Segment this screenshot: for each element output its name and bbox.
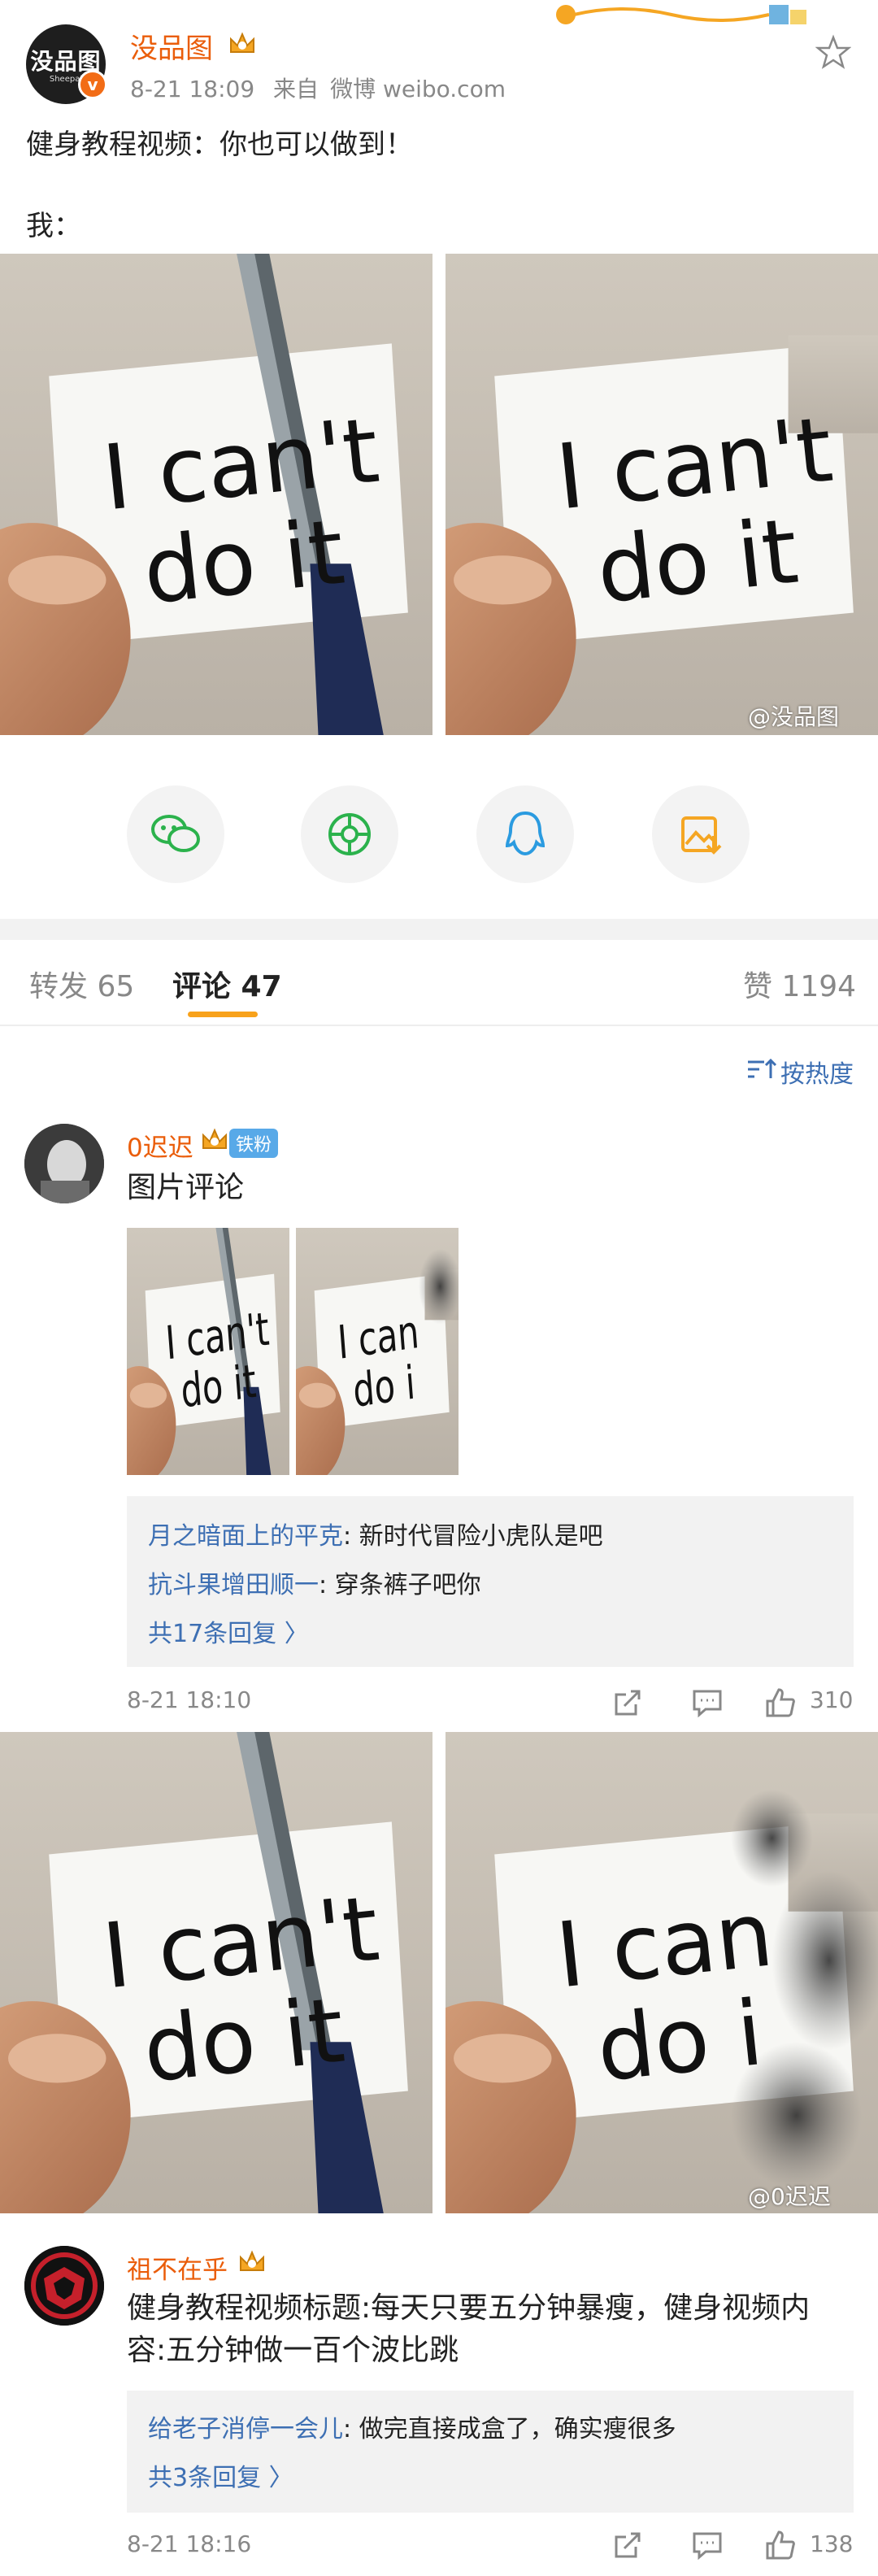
card-decoration-ornament (556, 5, 806, 24)
reply-user[interactable]: 抗斗果增田顺一 (148, 1571, 319, 1599)
post-image-right[interactable]: I can't do it (446, 254, 878, 735)
post-text-line1: 健身教程视频：你也可以做到！ (26, 128, 413, 161)
verified-icon: v (78, 70, 107, 99)
commenter-avatar[interactable] (24, 2246, 104, 2326)
tab-comments[interactable]: 评论 47 (172, 963, 282, 1005)
post-source: 微博 weibo.com (330, 76, 506, 102)
photo-text-line2: do it (179, 1354, 258, 1418)
sort-by-hot-button[interactable]: 按热度 (780, 1054, 854, 1090)
save-image-icon (681, 816, 722, 855)
commenter-name[interactable]: 祖不在乎 (127, 2249, 228, 2286)
commenter-name[interactable]: 0迟迟 (127, 1127, 193, 1164)
fan-crown-icon (240, 2250, 264, 2271)
reply-text: : 做完直接成盒了，确实瘦很多 (343, 2415, 676, 2443)
favorite-star-icon[interactable] (815, 34, 851, 70)
share-wechat-button[interactable] (127, 785, 224, 883)
author-name[interactable]: 没品图 (130, 26, 213, 66)
share-save-image-button[interactable] (652, 785, 750, 883)
comment-large-image-left[interactable]: I can't do it (0, 1732, 432, 2213)
photo-text-line2: do it (139, 501, 350, 625)
comment-time: 8-21 18:10 (127, 1686, 252, 1713)
image-watermark: @没品图 (748, 703, 840, 730)
post-text-line2: 我： (26, 210, 81, 242)
comment-text-line2: 容:五分钟做一百个波比跳 (127, 2334, 459, 2367)
reply-text: : 穿条裤子吧你 (319, 1571, 481, 1599)
reply-icon[interactable] (691, 2529, 724, 2561)
active-tab-indicator (188, 1012, 258, 1017)
reply-item[interactable]: 抗斗果增田顺一: 穿条裤子吧你 (148, 1564, 481, 1600)
comment-image-thumb-right[interactable]: I can do i (296, 1228, 459, 1475)
photo-text-line2: do it (593, 500, 803, 624)
share-icon[interactable] (611, 2529, 644, 2561)
image-watermark: @0迟迟 (748, 2183, 831, 2210)
tabs-divider (0, 1025, 878, 1026)
post-timestamp: 8-21 18:09 (130, 76, 255, 102)
fan-crown-icon (202, 1128, 227, 1149)
photo-text-line2: do i (351, 1355, 417, 1418)
sort-icon[interactable] (746, 1057, 777, 1081)
comment-text-line1: 健身教程视频标题:每天只要五分钟暴瘦，健身视频内 (127, 2291, 811, 2325)
view-all-replies-link[interactable]: 共17条回复 〉 (148, 1613, 309, 1649)
post-meta: 8-21 18:09 来自 微博 weibo.com (130, 72, 517, 104)
share-moments-button[interactable] (301, 785, 398, 883)
post-image-left[interactable]: I can't do it (0, 254, 432, 735)
tab-likes[interactable]: 赞 1194 (743, 963, 856, 1005)
like-count: 310 (810, 1686, 854, 1713)
share-icon[interactable] (611, 1686, 644, 1719)
reply-item[interactable]: 给老子消停一会儿: 做完直接成盒了，确实瘦很多 (148, 2408, 676, 2444)
reply-preview-box[interactable]: 给老子消停一会儿: 做完直接成盒了，确实瘦很多 共3条回复 〉 (127, 2391, 854, 2513)
fan-badge: 铁粉 (229, 1129, 279, 1158)
tab-repost[interactable]: 转发 65 (29, 963, 134, 1005)
post-source-prefix: 来自 (273, 76, 319, 102)
comment-text: 图片评论 (127, 1171, 245, 1204)
qq-icon (505, 811, 545, 856)
comment-time: 8-21 18:16 (127, 2530, 252, 2557)
like-thumb-icon[interactable] (764, 1686, 797, 1719)
comment-image-thumb-left[interactable]: I can't do it (127, 1228, 289, 1475)
moments-icon (328, 813, 371, 855)
reply-user[interactable]: 给老子消停一会儿 (148, 2415, 343, 2443)
commenter-avatar[interactable] (24, 1124, 104, 1203)
share-qq-button[interactable] (476, 785, 574, 883)
like-count: 138 (810, 2530, 854, 2557)
crown-icon (230, 32, 254, 53)
reply-text: : 新时代冒险小虎队是吧 (343, 1522, 603, 1551)
wechat-icon (151, 815, 200, 852)
section-divider (0, 919, 878, 940)
like-thumb-icon[interactable] (764, 2529, 797, 2561)
view-all-replies-link[interactable]: 共3条回复 〉 (148, 2457, 293, 2493)
reply-preview-box[interactable]: 月之暗面上的平克: 新时代冒险小虎队是吧 抗斗果增田顺一: 穿条裤子吧你 共17… (127, 1496, 854, 1667)
reply-icon[interactable] (691, 1686, 724, 1719)
comment-large-image-right[interactable]: I can do i (446, 1732, 878, 2213)
reply-item[interactable]: 月之暗面上的平克: 新时代冒险小虎队是吧 (148, 1516, 603, 1551)
photo-text-line2: do it (139, 1979, 350, 2104)
reply-user[interactable]: 月之暗面上的平克 (148, 1522, 343, 1551)
